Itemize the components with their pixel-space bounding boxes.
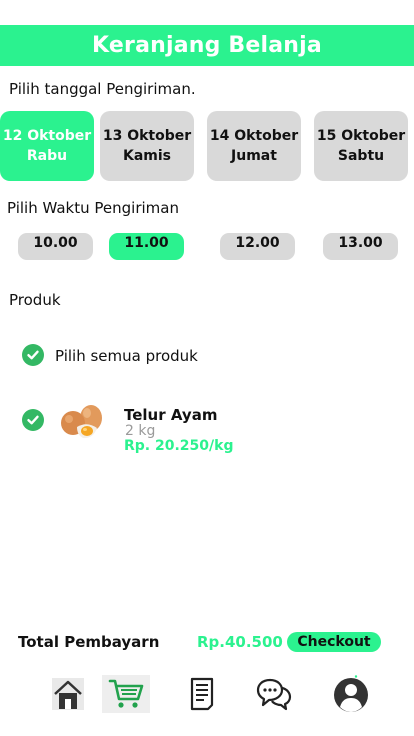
page-title: Keranjang Belanja — [0, 25, 414, 66]
nav-orders[interactable] — [182, 674, 222, 714]
select-all-checkbox[interactable] — [22, 344, 44, 366]
nav-home[interactable] — [48, 674, 88, 714]
date-option-day: 15 Oktober — [316, 128, 406, 144]
date-option-weekday: Rabu — [26, 148, 68, 164]
total-payment-label: Total Pembayarn — [18, 633, 160, 651]
product-price: Rp. 20.250/kg — [124, 438, 234, 454]
nav-chat[interactable] — [254, 674, 294, 714]
date-option-weekday: Sabtu — [337, 148, 385, 164]
date-option-day: 12 Oktober — [2, 128, 92, 144]
time-option-13[interactable]: 13.00 — [323, 233, 398, 260]
nav-cart[interactable] — [102, 675, 150, 713]
date-section-label: Pilih tanggal Pengiriman. — [9, 80, 196, 98]
home-icon — [52, 678, 84, 710]
time-section-label: Pilih Waktu Pengiriman — [7, 199, 179, 217]
date-option-14-oktober[interactable]: 14 Oktober Jumat — [207, 111, 301, 181]
time-option-12[interactable]: 12.00 — [220, 233, 295, 260]
date-option-weekday: Kamis — [122, 148, 171, 164]
check-icon — [27, 415, 39, 425]
profile-icon — [334, 675, 368, 712]
product-name: Telur Ayam — [124, 406, 218, 424]
date-option-15-oktober[interactable]: 15 Oktober Sabtu — [314, 111, 408, 181]
chat-icon — [256, 678, 292, 711]
date-option-day: 14 Oktober — [209, 128, 299, 144]
product-weight: 2 kg — [125, 423, 156, 439]
order-list-icon — [190, 677, 214, 711]
select-all-label: Pilih semua produk — [55, 347, 198, 365]
checkout-button[interactable]: Checkout — [287, 632, 381, 652]
check-icon — [27, 350, 39, 360]
product-checkbox[interactable] — [22, 409, 44, 431]
egg-product-image — [61, 405, 102, 439]
date-option-day: 13 Oktober — [102, 128, 192, 144]
total-payment-value: Rp.40.500 — [197, 633, 283, 651]
product-section-label: Produk — [9, 291, 61, 309]
date-option-weekday: Jumat — [231, 148, 277, 164]
time-option-10[interactable]: 10.00 — [18, 233, 93, 260]
date-option-13-oktober[interactable]: 13 Oktober Kamis — [100, 111, 194, 181]
cart-icon — [108, 679, 144, 708]
time-option-11[interactable]: 11.00 — [109, 233, 184, 260]
date-option-12-oktober[interactable]: 12 Oktober Rabu — [0, 111, 94, 181]
nav-profile[interactable] — [331, 674, 371, 714]
